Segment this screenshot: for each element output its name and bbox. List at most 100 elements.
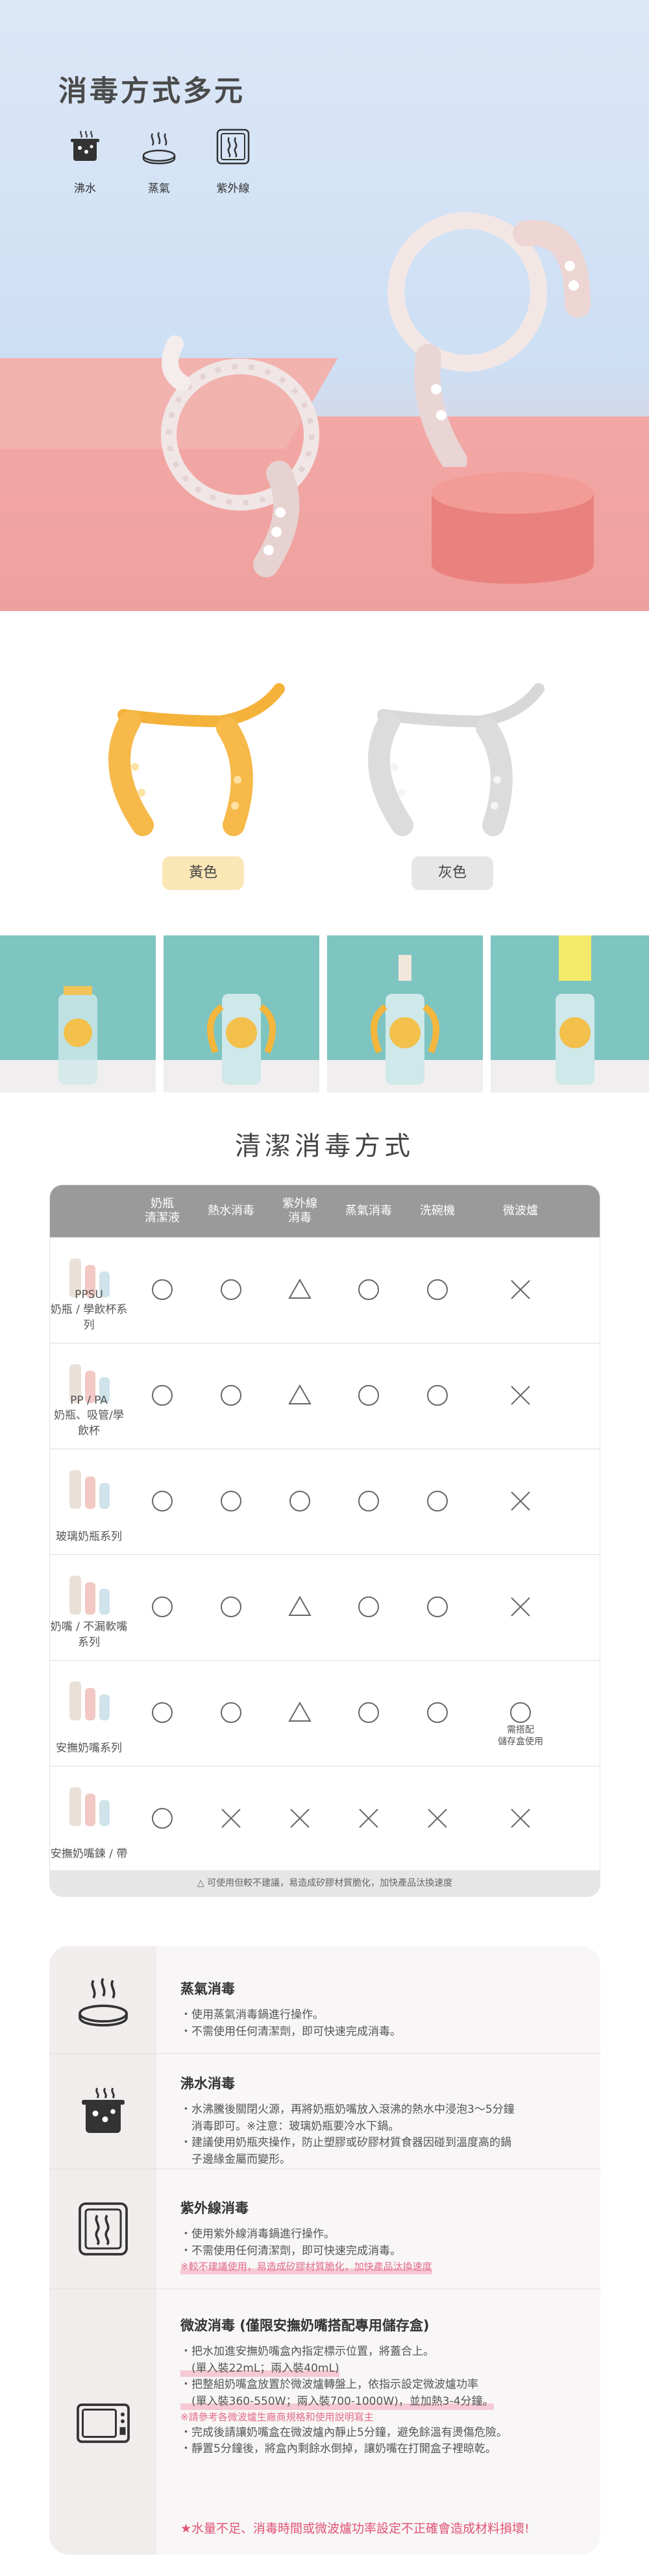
steam-icon	[78, 1977, 128, 2027]
method-icons: 沸水 蒸氣 紫外線	[62, 127, 256, 195]
disinfect-line: ・建議使用奶瓶夾操作，防止塑膠或矽膠材質食器因碰到溫度高的鍋	[180, 2136, 511, 2149]
cross-mark-icon	[359, 1809, 378, 1828]
row-note: 需搭配 儲存盒使用	[498, 1725, 543, 1748]
circle-mark-icon	[358, 1702, 379, 1723]
gray-color-option[interactable]: 灰色	[411, 856, 493, 890]
product-thumbnail	[56, 1563, 121, 1621]
table-row: PP / PA 奶瓶、吸管/學飲杯	[50, 1343, 600, 1449]
disinfect-uv: 紫外線消毒 ・使用紫外線消毒鍋進行操作。 ・不需使用任何清潔劑，即可快速完成消毒…	[49, 2169, 600, 2289]
microwave-icon	[76, 2403, 130, 2443]
cross-mark-icon	[290, 1809, 310, 1828]
circle-mark-icon	[152, 1279, 173, 1300]
product-photo-4	[491, 935, 649, 1092]
disinfect-line: ・使用紫外線消毒鍋進行操作。	[180, 2228, 335, 2241]
cross-mark-icon	[511, 1597, 530, 1617]
cross-mark-icon	[511, 1491, 530, 1511]
product-thumbnail	[56, 1774, 121, 1833]
uv-lamp-icon	[216, 128, 250, 165]
bottle-handle-right-illustration	[387, 212, 591, 467]
yellow-handle-image	[108, 683, 285, 836]
product-photo-1	[0, 935, 156, 1092]
col-header: 微波爐	[503, 1203, 538, 1218]
gray-handle-image	[368, 683, 545, 836]
row-label: 安撫奶嘴系列	[56, 1742, 122, 1755]
col-header: 奶瓶 清潔液	[145, 1196, 180, 1225]
hero-title: 消毒方式多元	[58, 75, 245, 108]
disinfect-boiling: 沸水消毒 ・水沸騰後關閉火源，再將奶瓶奶嘴放入滾沸的熱水中浸泡3～5分鐘 消毒即…	[49, 2053, 600, 2169]
disinfect-line: ・水沸騰後關閉火源，再將奶瓶奶嘴放入滾沸的熱水中浸泡3～5分鐘	[180, 2103, 515, 2116]
circle-mark-icon	[221, 1596, 241, 1617]
table-row: 安撫奶嘴鍊 / 帶	[50, 1766, 600, 1872]
disinfect-microwave: 微波消毒 (僅限安撫奶嘴搭配專用儲存盒) ・把水加進安撫奶嘴盒內指定標示位置，將…	[49, 2289, 600, 2555]
table-row: 奶嘴 / 不漏軟嘴系列	[50, 1554, 600, 1660]
circle-mark-icon	[152, 1596, 173, 1617]
circle-mark-icon	[221, 1702, 241, 1723]
disinfect-title: 沸水消毒	[180, 2076, 235, 2091]
disinfect-line: ・使用蒸氣消毒鍋進行操作。	[180, 2008, 324, 2021]
method-label: 沸水	[74, 182, 96, 195]
circle-mark-icon	[358, 1279, 379, 1300]
row-label: 安撫奶嘴鍊 / 帶	[50, 1848, 128, 1861]
product-photo-3	[327, 935, 483, 1092]
cleaning-section: 清潔消毒方式 奶瓶 清潔液 熱水消毒 紫外線 消毒 蒸氣消毒 洗碗機 微波爐 P…	[0, 1092, 649, 1929]
cleaning-title: 清潔消毒方式	[235, 1131, 414, 1161]
color-options: 黃色 灰色	[0, 611, 649, 935]
uv-lamp-icon	[78, 2202, 128, 2256]
circle-mark-icon	[152, 1385, 173, 1406]
circle-mark-icon	[427, 1491, 448, 1511]
circle-mark-icon	[289, 1491, 310, 1511]
circle-mark-icon	[221, 1279, 241, 1300]
triangle-mark-icon	[288, 1701, 312, 1722]
row-label: PP / PA 奶瓶、吸管/學飲杯	[54, 1393, 124, 1438]
hero-banner: 消毒方式多元 沸水 蒸氣 紫外線	[0, 0, 649, 611]
cross-mark-icon	[428, 1809, 447, 1828]
cleaning-table: 奶瓶 清潔液 熱水消毒 紫外線 消毒 蒸氣消毒 洗碗機 微波爐 PPSU 奶瓶 …	[49, 1185, 600, 1897]
circle-mark-icon	[221, 1491, 241, 1511]
disinfect-line: 子邊緣金屬而變形。	[180, 2152, 291, 2166]
method-label: 蒸氣	[148, 182, 170, 195]
disinfect-line: 消毒即可。※注意：玻璃奶瓶要冷水下鍋。	[180, 2119, 400, 2133]
triangle-mark-icon	[288, 1278, 312, 1299]
disinfect-line: ・靜置5分鐘後，將盒內剩餘水倒掉，讓奶嘴在打開盒子裡晾乾。	[180, 2442, 496, 2455]
cross-mark-icon	[511, 1386, 530, 1405]
boiling-pot-icon	[81, 2087, 125, 2133]
disinfect-title: 紫外線消毒	[180, 2200, 249, 2216]
circle-mark-icon	[427, 1596, 448, 1617]
disinfect-line: ・不需使用任何清潔劑，即可快速完成消毒。	[180, 2244, 401, 2257]
triangle-mark-icon	[288, 1595, 312, 1616]
method-uv: 紫外線	[210, 127, 256, 195]
row-label: 玻璃奶瓶系列	[56, 1530, 122, 1544]
method-label: 紫外線	[216, 182, 250, 195]
disinfect-title: 蒸氣消毒	[180, 1981, 235, 1997]
disinfect-line: ・把水加進安撫奶嘴盒內指定標示位置，將蓋合上。	[180, 2345, 434, 2358]
steam-icon	[142, 132, 176, 165]
circle-mark-icon	[427, 1385, 448, 1406]
bottle-handle-left-illustration	[161, 335, 319, 577]
table-row: PPSU 奶瓶 / 學飲杯系列	[50, 1237, 600, 1343]
product-photo-strip	[0, 935, 649, 1092]
disinfect-line: (單入裝22mL；兩入裝40mL)	[180, 2360, 339, 2377]
circle-mark-icon	[427, 1279, 448, 1300]
disinfect-line: ・不需使用任何清潔劑，即可快速完成消毒。	[180, 2025, 401, 2038]
disinfect-line: (單入裝360-550W；兩入裝700-1000W)，並加熱3-4分鐘。	[180, 2393, 494, 2410]
cross-mark-icon	[221, 1809, 241, 1828]
pink-pedestal	[432, 472, 594, 584]
circle-mark-icon	[152, 1491, 173, 1511]
circle-mark-icon	[358, 1385, 379, 1406]
circle-mark-icon	[152, 1702, 173, 1723]
method-boiling: 沸水	[62, 127, 108, 195]
disinfect-warning: ※較不建議使用，易造成矽膠材質脆化，加快產品汰換速度	[180, 2259, 432, 2274]
triangle-mark-icon	[288, 1384, 312, 1404]
method-steam: 蒸氣	[136, 127, 182, 195]
disinfect-line: ・把整組奶嘴盒放置於微波爐轉盤上，依指示設定微波爐功率	[180, 2378, 478, 2391]
product-thumbnail	[56, 1668, 121, 1727]
disinfect-steam: 蒸氣消毒 ・使用蒸氣消毒鍋進行操作。 ・不需使用任何清潔劑，即可快速完成消毒。	[49, 1946, 600, 2053]
col-header: 熱水消毒	[208, 1203, 254, 1218]
col-header: 洗碗機	[420, 1203, 455, 1218]
cross-mark-icon	[511, 1809, 530, 1828]
yellow-color-option[interactable]: 黃色	[162, 856, 244, 890]
circle-mark-icon	[358, 1596, 379, 1617]
circle-mark-icon	[152, 1808, 173, 1829]
col-header: 紫外線 消毒	[282, 1196, 317, 1225]
disinfect-title: 微波消毒 (僅限安撫奶嘴搭配專用儲存盒)	[180, 2318, 430, 2333]
